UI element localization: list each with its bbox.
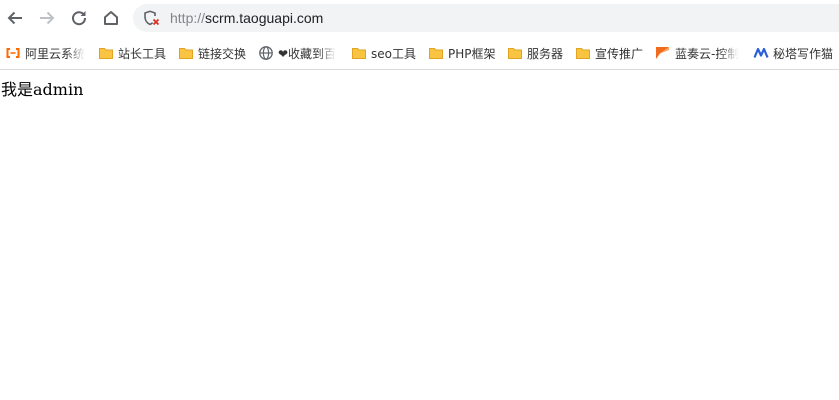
page-content-text: 我是admin bbox=[1, 80, 84, 99]
globe-icon bbox=[259, 46, 273, 60]
folder-icon bbox=[179, 48, 193, 59]
lanzou-logo-icon bbox=[656, 47, 669, 59]
bookmark-label: 蓝奏云-控制 bbox=[675, 46, 740, 61]
bookmark-favorite-baidu[interactable]: ❤收藏到百 bbox=[258, 41, 338, 65]
back-button[interactable] bbox=[3, 6, 27, 30]
bookmark-label: 服务器 bbox=[527, 46, 564, 61]
bookmark-label: ❤收藏到百 bbox=[278, 46, 337, 61]
folder-icon bbox=[576, 48, 590, 59]
browser-toolbar: http://scrm.taoguapi.com bbox=[0, 0, 839, 36]
url-scheme: http:// bbox=[170, 10, 206, 26]
bookmark-folder-servers[interactable]: 服务器 bbox=[507, 41, 567, 65]
bookmark-label: 宣传推广 bbox=[595, 46, 644, 61]
url-host: scrm.taoguapi.com bbox=[205, 10, 324, 26]
bookmark-folder-seo-tools[interactable]: seo工具 bbox=[351, 41, 421, 65]
forward-button[interactable] bbox=[35, 6, 59, 30]
address-bar[interactable]: http://scrm.taoguapi.com bbox=[133, 4, 839, 32]
bookmark-label: 站长工具 bbox=[118, 46, 167, 61]
aliyun-logo-icon bbox=[6, 48, 20, 58]
toolbar-divider bbox=[0, 69, 839, 70]
url-text[interactable]: http://scrm.taoguapi.com bbox=[170, 9, 323, 27]
bookmark-folder-link-exchange[interactable]: 链接交换 bbox=[178, 41, 248, 65]
reload-button[interactable] bbox=[67, 6, 91, 30]
bookmark-label: 链接交换 bbox=[198, 46, 247, 61]
bookmark-folder-php-framework[interactable]: PHP框架 bbox=[428, 41, 500, 65]
folder-icon bbox=[508, 48, 522, 59]
home-button[interactable] bbox=[99, 6, 123, 30]
arrow-right-icon bbox=[40, 11, 55, 25]
arrow-left-icon bbox=[7, 11, 22, 25]
bookmark-lanzou-console[interactable]: 蓝奏云-控制 bbox=[655, 41, 745, 65]
not-secure-shield-icon[interactable] bbox=[143, 10, 161, 26]
folder-icon bbox=[99, 48, 113, 59]
bookmarks-bar: 阿里云系统 站长工具 链接交换 ❤收藏到百 seo工具 PHP框架 服务器 宣传… bbox=[0, 41, 839, 65]
bookmark-label: 阿里云系统 bbox=[25, 46, 85, 61]
bookmark-metaso-writing-cat[interactable]: 秘塔写作猫 bbox=[753, 41, 839, 65]
home-icon bbox=[104, 11, 118, 25]
bookmark-label: seo工具 bbox=[371, 46, 416, 61]
bookmark-folder-webmaster-tools[interactable]: 站长工具 bbox=[98, 41, 168, 65]
bookmark-folder-promotion[interactable]: 宣传推广 bbox=[575, 41, 647, 65]
folder-icon bbox=[352, 48, 366, 59]
metaso-logo-icon bbox=[753, 47, 769, 58]
bookmark-label: PHP框架 bbox=[448, 46, 496, 61]
folder-icon bbox=[429, 48, 443, 59]
bookmark-label: 秘塔写作猫 bbox=[773, 46, 834, 61]
reload-icon bbox=[72, 11, 87, 26]
bookmark-aliyun[interactable]: 阿里云系统 bbox=[5, 41, 85, 65]
